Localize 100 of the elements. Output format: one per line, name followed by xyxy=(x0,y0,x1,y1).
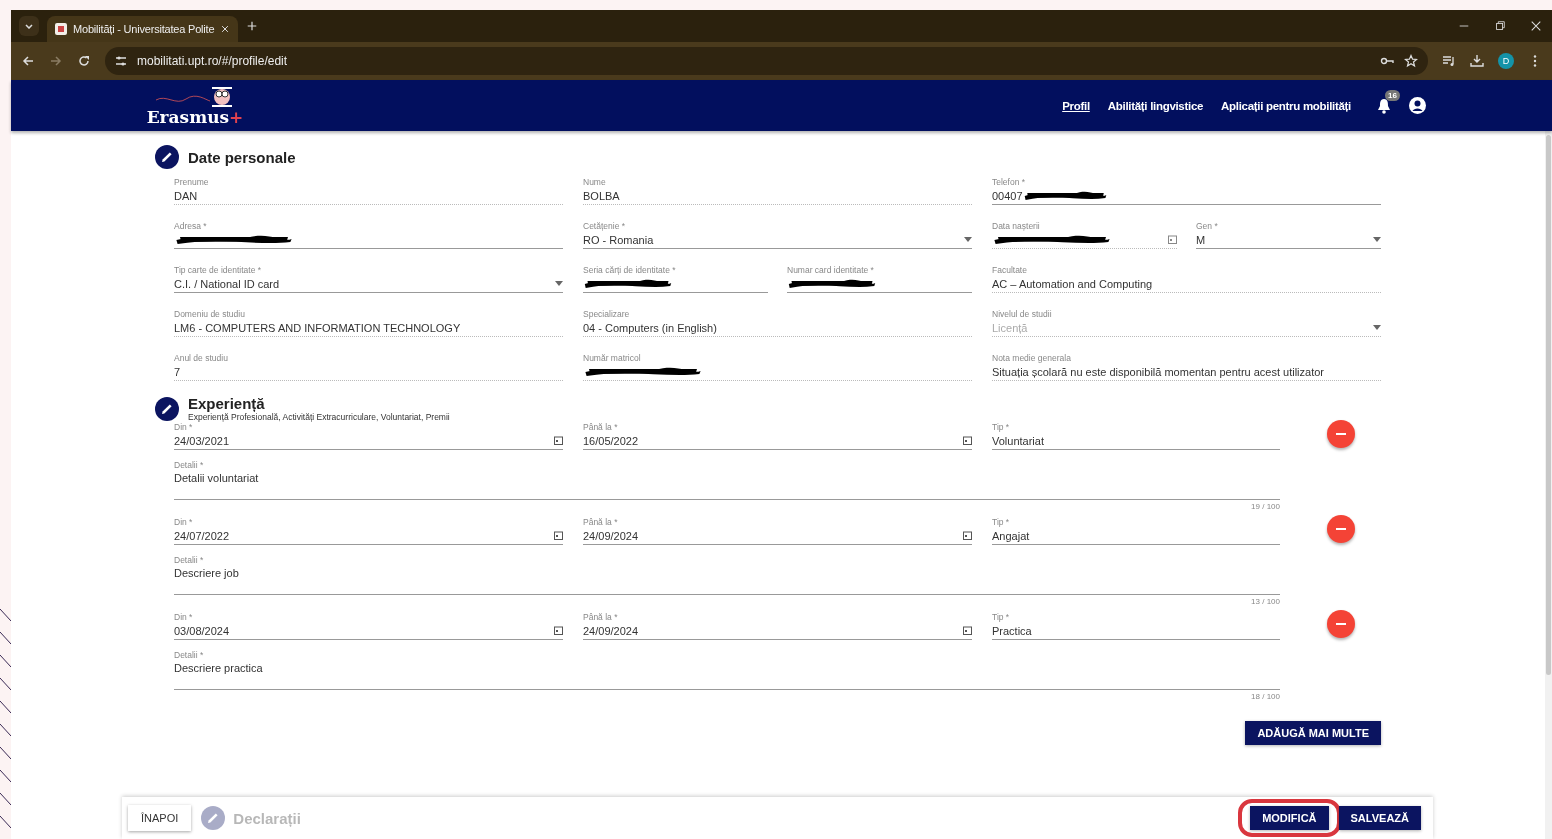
minus-icon xyxy=(1336,433,1346,435)
remove-button[interactable] xyxy=(1327,515,1355,543)
textarea-field[interactable]: Descriere job xyxy=(174,565,1280,595)
add-more-button[interactable]: ADĂUGĂ MAI MULTE xyxy=(1245,721,1381,745)
date-field[interactable]: 24/09/2024 xyxy=(583,527,972,545)
field-label: Adresa * xyxy=(174,221,208,231)
field-label: Cetățenie * xyxy=(583,221,627,231)
profile-avatar[interactable]: D xyxy=(1498,53,1514,69)
input-field[interactable]: BOLBA xyxy=(583,187,972,205)
date-field[interactable]: 03/08/2024 xyxy=(174,622,563,640)
nav-link[interactable]: Profil xyxy=(1062,99,1090,112)
calendar-icon xyxy=(554,626,563,635)
input-field[interactable]: Situația școlară nu este disponibilă momentan pentru acest utilizator xyxy=(992,363,1381,381)
section-title: Experiență xyxy=(188,395,265,412)
field-label: Prenume xyxy=(174,177,210,187)
dropdown-field[interactable]: RO - Romania xyxy=(583,231,972,249)
date-field[interactable]: 24/09/2024 xyxy=(583,622,972,640)
notification-badge: 16 xyxy=(1385,89,1400,101)
field-label: Telefon * xyxy=(992,177,1027,187)
calendar-icon xyxy=(554,436,563,445)
field-label: Seria cărți de identitate * xyxy=(583,265,677,275)
download-icon[interactable] xyxy=(1470,54,1484,68)
field-label: Detalii * xyxy=(174,460,205,470)
edit-icon xyxy=(201,806,226,830)
textarea-field[interactable]: Detalii voluntariat xyxy=(174,470,1280,500)
input-field[interactable]: 00407 xyxy=(992,187,1381,205)
date-field[interactable]: 16/05/2022 xyxy=(583,432,972,450)
tab-search-button[interactable] xyxy=(19,16,39,36)
field-label: Tip * xyxy=(992,612,1011,622)
input-field[interactable]: 7 xyxy=(174,363,563,381)
calendar-icon xyxy=(963,626,972,635)
edit-icon xyxy=(155,396,179,421)
media-queue-icon[interactable] xyxy=(1442,54,1456,68)
dropdown-caret-icon xyxy=(964,237,972,242)
back-button[interactable]: ÎNAPOI xyxy=(128,805,192,831)
chevron-down-icon xyxy=(25,23,33,29)
browser-tab[interactable]: Mobilități - Universitatea Polite xyxy=(47,16,239,42)
calendar-icon xyxy=(963,531,972,540)
minus-icon xyxy=(1336,528,1346,530)
calendar-icon xyxy=(554,531,563,540)
reload-icon[interactable] xyxy=(77,54,91,68)
edit-icon xyxy=(155,145,179,169)
field-label: Până la * xyxy=(583,517,619,527)
date-field[interactable]: 24/07/2022 xyxy=(174,527,563,545)
dropdown-field[interactable]: C.I. / National ID card xyxy=(174,275,563,293)
star-icon[interactable] xyxy=(1404,54,1418,68)
section-title: Declarații xyxy=(233,809,301,827)
input-field[interactable]: LM6 - COMPUTERS AND INFORMATION TECHNOLOGY xyxy=(174,319,563,337)
footer-button[interactable]: MODIFICĂ xyxy=(1250,806,1329,830)
field-label: Tip * xyxy=(992,422,1011,432)
back-arrow-icon[interactable] xyxy=(21,54,35,68)
close-icon[interactable] xyxy=(220,24,231,34)
field-label: Tip carte de identitate * xyxy=(174,265,263,275)
field-label: Până la * xyxy=(583,612,619,622)
site-settings-icon xyxy=(115,55,127,67)
nav-link[interactable]: Aplicații pentru mobilități xyxy=(1221,99,1351,112)
field-label: Număr matricol xyxy=(583,353,642,363)
input-field[interactable]: 04 - Computers (in English) xyxy=(583,319,972,337)
notification-bell-icon[interactable] xyxy=(1377,97,1391,114)
account-icon[interactable] xyxy=(1409,97,1426,114)
erasmus-logo[interactable]: Erasmus+ xyxy=(146,107,244,126)
favicon-icon xyxy=(55,23,67,35)
input-field[interactable]: Voluntariat xyxy=(992,432,1280,450)
minus-icon xyxy=(1336,623,1346,625)
field-label: Numar card identitate * xyxy=(787,265,875,275)
field-label: Facultate xyxy=(992,265,1028,275)
footer-button[interactable]: SALVEAZĂ xyxy=(1338,806,1421,830)
field-label: Nume xyxy=(583,177,607,187)
scrollbar[interactable] xyxy=(1545,131,1552,839)
field-label: Nota medie generala xyxy=(992,353,1072,363)
dropdown-caret-icon xyxy=(1373,325,1381,330)
field-label: Din * xyxy=(174,517,194,527)
new-tab-icon[interactable] xyxy=(246,20,259,32)
remove-button[interactable] xyxy=(1327,420,1355,448)
textarea-field[interactable]: Descriere practica xyxy=(174,660,1280,690)
field-label: Specializare xyxy=(583,309,631,319)
remove-button[interactable] xyxy=(1327,610,1355,638)
forward-arrow-icon[interactable] xyxy=(49,54,63,68)
input-field[interactable]: Practica xyxy=(992,622,1280,640)
field-label: Data nașterii xyxy=(992,221,1041,231)
input-field[interactable]: DAN xyxy=(174,187,563,205)
nav-link[interactable]: Abilități lingvistice xyxy=(1107,99,1204,112)
field-label: Domeniu de studiu xyxy=(174,309,246,319)
section-title: Date personale xyxy=(188,148,296,166)
field-label: Detalii * xyxy=(174,650,205,660)
date-field[interactable]: 24/03/2021 xyxy=(174,432,563,450)
field-label: Nivelul de studii xyxy=(992,309,1053,319)
calendar-icon xyxy=(1168,235,1177,244)
character-counter: 19 / 100 xyxy=(1251,502,1280,511)
input-field[interactable]: Angajat xyxy=(992,527,1280,545)
restore-icon[interactable] xyxy=(1494,20,1506,32)
character-counter: 13 / 100 xyxy=(1251,597,1280,606)
section-subtitle: Experiență Profesională, Activități Extracurriculare, Voluntariat, Premii xyxy=(188,412,450,422)
address-bar[interactable]: mobilitati.upt.ro/#/profile/edit xyxy=(105,47,1428,75)
character-counter: 18 / 100 xyxy=(1251,692,1280,701)
close-icon[interactable] xyxy=(1530,20,1542,32)
field-label: Tip * xyxy=(992,517,1011,527)
input-field[interactable]: AC – Automation and Computing xyxy=(992,275,1381,293)
dropdown-field[interactable]: M xyxy=(1196,231,1381,249)
field-label: Anul de studiu xyxy=(174,353,229,363)
